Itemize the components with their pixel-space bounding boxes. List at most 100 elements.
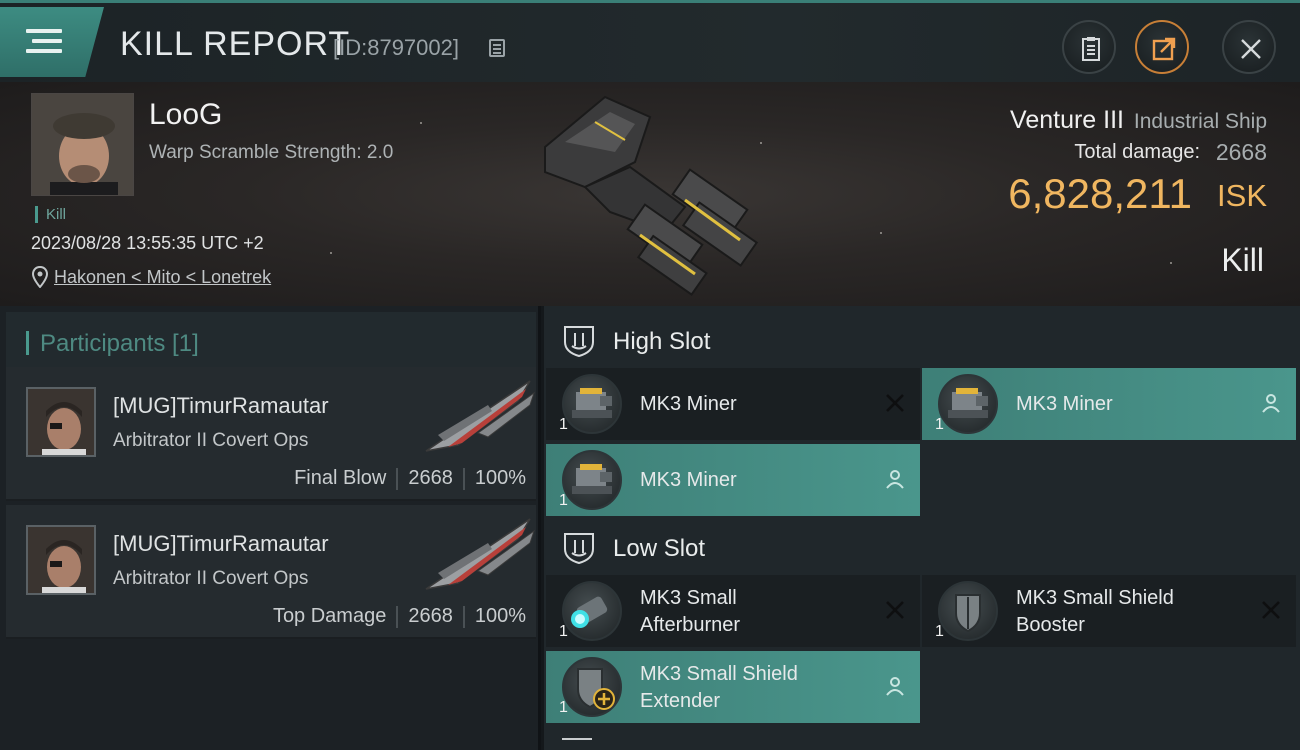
kill-result: Kill [1221,242,1264,278]
module-name: MK3 Miner [1016,393,1113,415]
person-icon [886,677,904,696]
participant-row[interactable]: [MUG]TimurRamautar Arbitrator II Covert … [6,505,536,639]
destroyed-x-icon [1262,601,1280,619]
participant-avatar[interactable] [26,387,96,457]
total-damage-label: Total damage: [1074,141,1200,163]
destroyed-x-icon [886,394,904,412]
location-link[interactable]: Hakonen < Mito < Lonetrek [54,267,271,288]
module-name-line1: MK3 Small [640,587,737,609]
module-name-line2: Booster [1016,614,1085,636]
stats-divider [462,605,465,628]
module-quantity: 1 [559,492,568,509]
isk-unit: ISK [1217,178,1267,213]
victim-avatar[interactable] [31,93,134,196]
participants-accent-bar [26,331,29,355]
module-name-line1: MK3 Small Shield [640,663,798,685]
stats-divider [396,605,399,628]
participant-ship: Arbitrator II Covert Ops [113,568,309,589]
participant-damage: 2668 [408,467,453,489]
low-slot-header: Low Slot [544,517,1300,577]
module-quantity: 1 [559,699,568,716]
participant-ship-image [425,380,535,452]
participant-portrait-image [28,389,94,455]
participant-portrait-image [28,527,94,593]
background-star [1170,262,1172,264]
menu-icon-bar [26,49,62,53]
person-icon [886,470,904,489]
module-slot[interactable]: 1 MK3 Small Shield Booster [922,575,1296,647]
share-icon [1152,37,1176,61]
stats-divider [396,467,399,490]
share-button[interactable] [1135,20,1189,74]
close-button[interactable] [1222,20,1276,74]
victim-name[interactable]: LooG [149,98,222,132]
module-slot[interactable]: 1 MK3 Miner [922,368,1296,440]
low-slot-title: Low Slot [613,535,706,562]
shield-extender-icon-graphic [577,668,615,710]
victim-ship-class: Industrial Ship [1133,110,1267,133]
copy-icon[interactable] [489,39,505,57]
participant-stats: Final Blow 2668 100% [294,467,526,490]
participant-percent: 100% [474,467,526,489]
module-name: MK3 Small Shield Booster [1016,585,1174,639]
module-name-line2: Extender [640,690,721,712]
module-quantity: 1 [559,623,568,640]
menu-icon [26,29,62,33]
shield-booster-icon-graphic [955,594,981,633]
participant-stats: Top Damage 2668 100% [273,605,526,628]
location-pin-icon [32,266,48,288]
victim-ship-name[interactable]: Venture III [1010,106,1124,135]
person-icon [1262,394,1280,413]
participant-row[interactable]: [MUG]TimurRamautar Arbitrator II Covert … [6,367,536,501]
participant-ship-image [425,518,535,590]
destroyed-x-icon [886,601,904,619]
victim-portrait-image [32,94,133,195]
module-quantity: 1 [935,623,944,640]
shield-extender-icon [562,657,622,717]
module-slot[interactable]: 1 MK3 Small Shield Extender [546,651,920,723]
victim-ship-image [544,95,759,296]
participant-ship: Arbitrator II Covert Ops [113,430,309,451]
module-quantity: 1 [935,416,944,433]
participant-name[interactable]: [MUG]TimurRamautar [113,531,329,557]
participant-role: Top Damage [272,605,387,627]
fitting-panel: High Slot 1 MK3 Miner 1 MK3 Miner 1 MK3 … [544,306,1300,750]
warp-scramble-strength: Warp Scramble Strength: 2.0 [149,142,394,163]
participant-avatar[interactable] [26,525,96,595]
module-name: MK3 Miner [640,393,737,415]
participants-panel: Participants [1] [MUG]TimurRamautar Arbi… [0,306,541,750]
module-slot[interactable]: 1 MK3 Miner [546,444,920,516]
stats-divider [462,467,465,490]
menu-button[interactable] [0,7,104,77]
close-icon [1241,39,1261,59]
kill-tag: Kill [35,206,66,223]
background-star [330,252,332,254]
miner-icon-graphic [948,388,988,418]
total-damage-value: 2668 [1215,139,1267,165]
participant-name[interactable]: [MUG]TimurRamautar [113,393,329,419]
kill-banner: LooG Warp Scramble Strength: 2.0 Kill 20… [0,82,1300,306]
report-id: [ID:8797002] [333,35,459,60]
module-name: MK3 Small Shield Extender [640,661,798,715]
high-slot-icon [564,326,594,358]
header-bar: KILL REPORT [ID:8797002] [0,0,1300,82]
miner-icon [562,450,622,510]
background-star [420,122,422,124]
miner-icon [562,374,622,434]
page-title: KILL REPORT [120,25,351,63]
module-name-line2: Afterburner [640,614,741,636]
module-name: MK3 Miner [640,469,737,491]
kill-datetime: 2023/08/28 13:55:35 UTC +2 [31,233,264,253]
participants-header: Participants [1] [6,312,536,370]
module-name-line1: MK3 Small Shield [1016,587,1174,609]
participant-role: Final Blow [294,467,387,489]
menu-icon-bar [32,39,62,43]
participants-title[interactable]: Participants [1] [40,330,199,358]
module-slot[interactable]: 1 MK3 Miner [546,368,920,440]
isk-value: 6,828,211 [1008,170,1192,217]
miner-icon [938,374,998,434]
miner-icon-graphic [572,464,612,494]
module-slot[interactable]: 1 MK3 Small Afterburner [546,575,920,647]
background-star [880,232,882,234]
clipboard-button[interactable] [1062,20,1116,74]
